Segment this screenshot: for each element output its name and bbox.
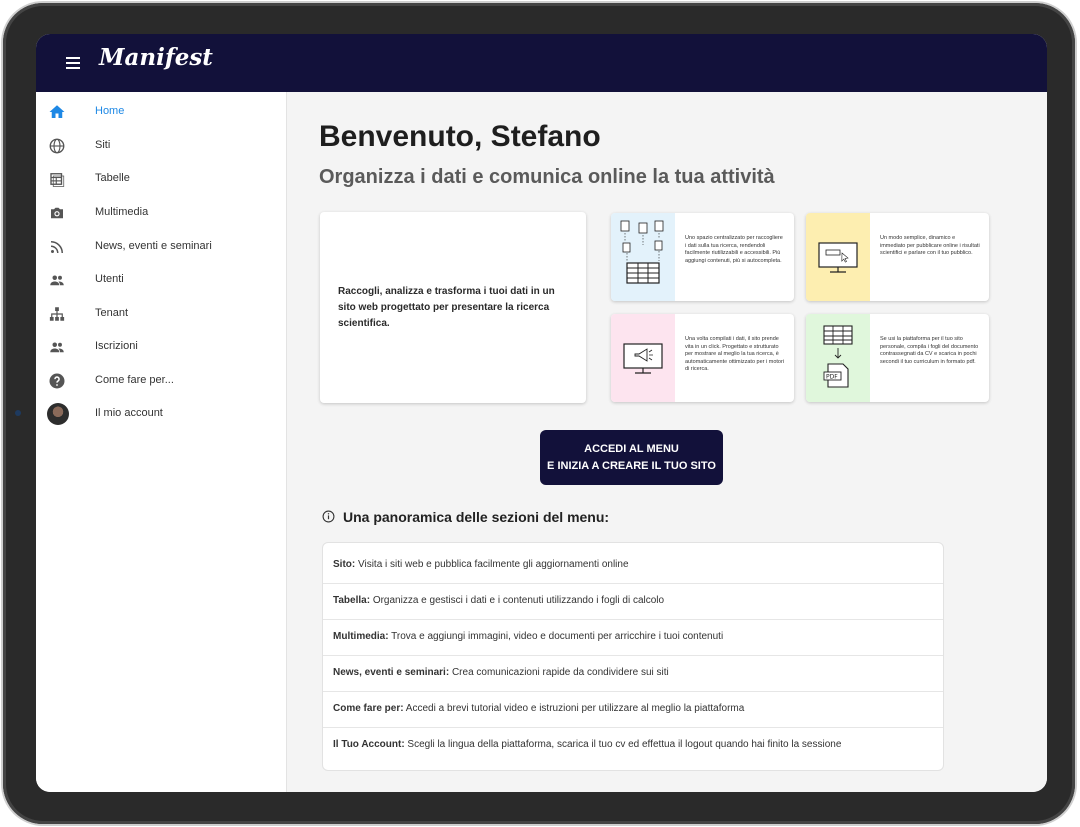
sidebar-item-label: Home: [95, 105, 125, 117]
list-item-desc: Trova e aggiungi immagini, video e docum…: [388, 631, 724, 642]
sidebar-item-multimedia[interactable]: Multimedia: [36, 198, 286, 228]
sidebar-item-tenant[interactable]: Tenant: [36, 299, 286, 329]
hamburger-menu-button[interactable]: [58, 51, 88, 75]
access-menu-button[interactable]: ACCEDI AL MENU E INIZIA A CREARE IL TUO …: [540, 430, 723, 485]
list-item-key: Sito:: [333, 559, 356, 570]
list-item-desc: Visita i siti web e pubblica facilmente …: [355, 559, 629, 570]
sidebar-item-label: Come fare per...: [95, 374, 174, 386]
feature-card-image: [611, 213, 675, 301]
sidebar-item-come-fare-per[interactable]: Come fare per...: [36, 366, 286, 396]
list-item-key: Come fare per:: [333, 703, 404, 714]
feature-card-site: Una volta compilati i dati, il sito pren…: [611, 314, 794, 402]
sidebar-item-label: Siti: [95, 139, 111, 151]
globe-icon: [49, 138, 65, 154]
documents-table-icon: [620, 220, 664, 284]
list-item-key: Tabella:: [333, 595, 371, 606]
sidebar-item-label: Iscrizioni: [95, 340, 138, 352]
front-camera: [15, 410, 21, 416]
sidebar-item-iscrizioni[interactable]: Iscrizioni: [36, 332, 286, 362]
list-item-desc: Crea comunicazioni rapide da condividere…: [449, 667, 669, 678]
feature-card-text: Uno spazio centralizzato per raccogliere…: [685, 235, 783, 264]
feature-card-publish: Un modo semplice, dinamico e immediato p…: [806, 213, 989, 301]
list-item-desc: Scegli la lingua della piattaforma, scar…: [404, 739, 842, 750]
feature-card-image: [806, 213, 870, 301]
list-item-key: Il Tuo Account:: [333, 739, 405, 750]
feature-card-image: [611, 314, 675, 402]
list-item: Tabella: Organizza e gestisci i dati e i…: [323, 583, 943, 619]
sitemap-icon: [49, 307, 65, 321]
intro-text: Raccogli, analizza e trasforma i tuoi da…: [338, 286, 555, 329]
svg-text:PDF: PDF: [826, 374, 838, 381]
sidebar-item-label: Tabelle: [95, 172, 130, 184]
sidebar-item-label: News, eventi e seminari: [95, 240, 212, 252]
people-icon: [50, 342, 64, 353]
sidebar-item-label: Multimedia: [95, 206, 149, 218]
feature-card-text: Se usi la piattaforma per il tuo sito pe…: [880, 336, 979, 365]
sidebar-item-account[interactable]: Il mio account: [36, 399, 286, 429]
sidebar-item-label: Il mio account: [95, 407, 163, 419]
list-item-key: News, eventi e seminari:: [333, 667, 450, 678]
avatar: [47, 403, 69, 425]
list-item: Sito: Visita i siti web e pubblica facil…: [323, 547, 943, 583]
feature-card-data: Uno spazio centralizzato per raccogliere…: [611, 213, 794, 301]
help-icon: [49, 373, 65, 389]
page-subtitle: Organizza i dati e comunica online la tu…: [319, 166, 775, 188]
monitor-megaphone-icon: [623, 343, 663, 374]
feature-card-cv: PDF Se usi la piattaforma per il tuo sit…: [806, 314, 989, 402]
sidebar-item-siti[interactable]: Siti: [36, 131, 286, 161]
sidebar-item-news[interactable]: News, eventi e seminari: [36, 232, 286, 262]
monitor-cursor-icon: [818, 242, 858, 273]
sidebar-item-utenti[interactable]: Utenti: [36, 265, 286, 295]
app-bar: Manifest: [36, 34, 1047, 92]
list-item: News, eventi e seminari: Crea comunicazi…: [323, 655, 943, 691]
brand-logo: Manifest: [99, 44, 213, 71]
table-pdf-icon: PDF: [823, 325, 853, 388]
sidebar-item-label: Tenant: [95, 307, 129, 319]
list-item-desc: Organizza e gestisci i dati e i contenut…: [370, 595, 665, 606]
list-item-desc: Accedi a brevi tutorial video e istruzio…: [403, 703, 745, 714]
list-item: Multimedia: Trova e aggiungi immagini, v…: [323, 619, 943, 655]
info-icon: [322, 510, 335, 523]
cta-line-2: E INIZIA A CREARE IL TUO SITO: [547, 460, 716, 472]
list-item: Il Tuo Account: Scegli la lingua della p…: [323, 727, 943, 763]
sidebar: Home Siti Tabelle Multimedia News, event…: [36, 92, 287, 792]
list-item-key: Multimedia:: [333, 631, 389, 642]
intro-card: Raccogli, analizza e trasforma i tuoi da…: [320, 212, 586, 403]
rss-icon: [50, 241, 63, 254]
feature-card-text: Una volta compilati i dati, il sito pren…: [685, 336, 785, 372]
table-icon: [50, 173, 65, 187]
sidebar-item-label: Utenti: [95, 273, 124, 285]
home-icon: [49, 105, 65, 118]
people-icon: [50, 275, 64, 286]
camera-icon: [51, 207, 63, 219]
list-item: Come fare per: Accedi a brevi tutorial v…: [323, 691, 943, 727]
overview-list: Sito: Visita i siti web e pubblica facil…: [322, 542, 944, 771]
feature-card-text: Un modo semplice, dinamico e immediato p…: [880, 235, 980, 256]
page-title: Benvenuto, Stefano: [319, 120, 601, 153]
feature-card-image: PDF: [806, 314, 870, 402]
main-content: Benvenuto, Stefano Organizza i dati e co…: [287, 92, 1047, 792]
cta-line-1: ACCEDI AL MENU: [584, 443, 679, 455]
sidebar-item-tabelle[interactable]: Tabelle: [36, 164, 286, 194]
sidebar-item-home[interactable]: Home: [36, 97, 286, 127]
screen: Manifest Home Siti Tabelle Multimedia Ne…: [36, 34, 1047, 792]
overview-title: Una panoramica delle sezioni del menu:: [343, 509, 610, 525]
